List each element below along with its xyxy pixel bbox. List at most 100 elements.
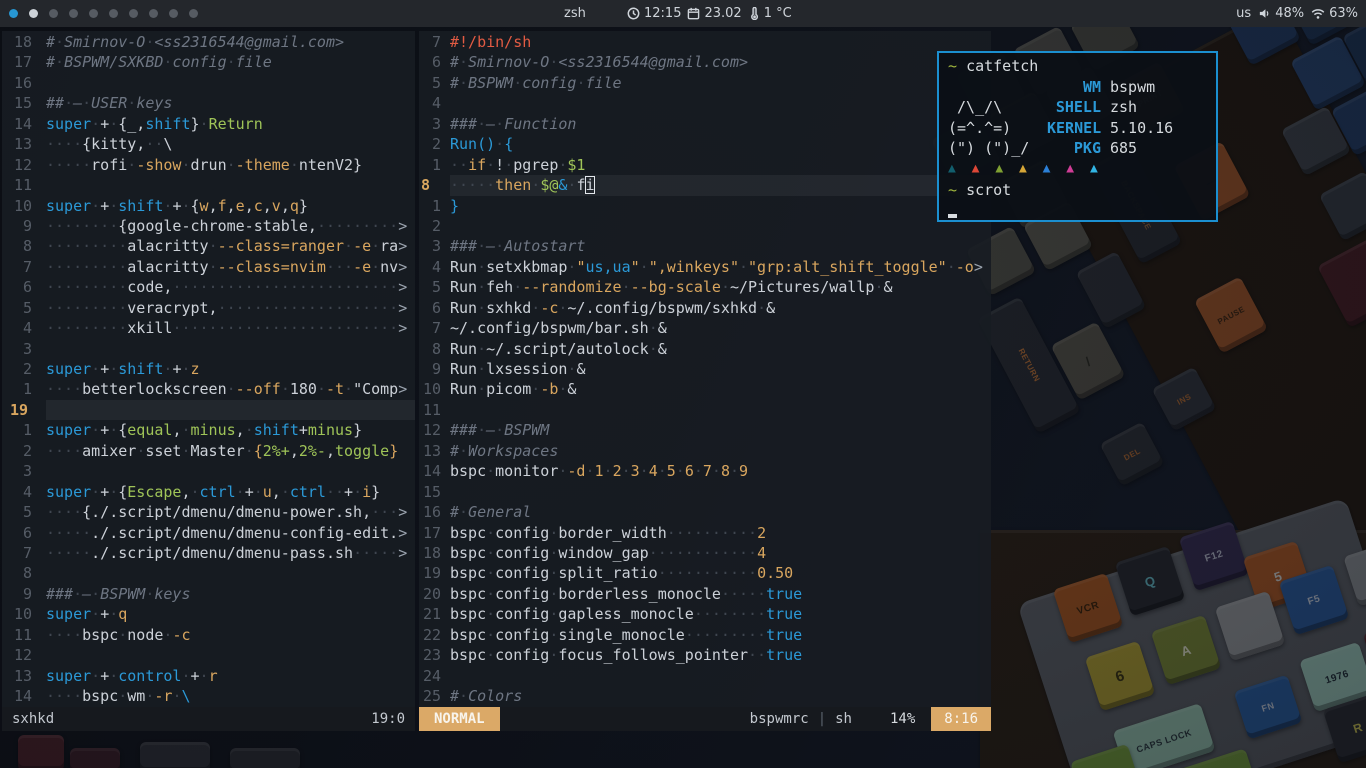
code-text: #!/bin/sh	[450, 32, 991, 52]
code-line: 4·········xkill·························…	[2, 318, 415, 338]
code-text: ····{kitty,··\	[46, 134, 415, 154]
line-number: 4	[419, 93, 441, 113]
code-text: bspc·monitor·-d·1·2·3·4·5·6·7·8·9	[450, 461, 991, 481]
vim-mode-indicator: NORMAL	[419, 707, 500, 731]
code-text: bspc·config·borderless_monocle·····true	[450, 584, 991, 604]
code-text	[46, 461, 415, 481]
calendar-icon	[687, 7, 700, 20]
code-text: ~/.config/bspwm/bar.sh·&	[450, 318, 991, 338]
code-line: 5·········veracrypt,····················…	[2, 298, 415, 318]
statusline-left: sxhkd 19:0	[2, 707, 415, 731]
code-text: ·········code,·························>	[46, 277, 415, 297]
statusline-right: NORMAL bspwmrc | sh 14% 8:16	[419, 707, 991, 731]
statusline-cursor-position: 19:0	[371, 709, 415, 729]
line-number: 4	[419, 257, 441, 277]
line-number: 11	[2, 175, 32, 195]
temperature-text: 1 °C	[764, 6, 792, 21]
line-number: 8	[419, 175, 441, 195]
line-number: 1	[2, 379, 32, 399]
command-text: catfetch	[966, 56, 1038, 77]
line-number: 11	[419, 400, 441, 420]
workspace-dot-2-occupied[interactable]	[29, 9, 38, 18]
code-line: 2	[419, 216, 991, 236]
line-number: 3	[2, 461, 32, 481]
clock-text: 12:15	[644, 6, 681, 21]
code-text	[450, 666, 991, 686]
editor-buffer-sxhkd[interactable]: 18#·Smirnov-O·<ss2316544@gmail.com>17#·B…	[2, 31, 415, 707]
workspace-dot-9-empty[interactable]	[169, 9, 178, 18]
catfetch-row: (") (")_/PKG685	[948, 138, 1216, 159]
line-number: 6	[419, 52, 441, 72]
line-number: 9	[2, 216, 32, 236]
catfetch-row: /\_/\SHELLzsh	[948, 97, 1216, 118]
workspace-dot-1-active[interactable]	[9, 9, 18, 18]
line-number: 9	[2, 584, 32, 604]
code-text: ····betterlockscreen·--off·180·-t·"Comp>	[46, 379, 415, 399]
keyboard-layout-text: us	[1236, 6, 1251, 21]
code-text: ·········veracrypt,····················>	[46, 298, 415, 318]
statusline-scroll-percent: 14%	[890, 709, 915, 729]
code-text	[46, 175, 415, 195]
code-line: 23bspc·config·focus_follows_pointer··tru…	[419, 645, 991, 665]
workspace-dot-6-empty[interactable]	[109, 9, 118, 18]
command-text: scrot	[966, 180, 1011, 201]
code-text: ·····./.script/dmenu/dmenu-pass.sh·····>	[46, 543, 415, 563]
catfetch-value: 5.10.16	[1101, 118, 1173, 139]
workspace-dot-4-empty[interactable]	[69, 9, 78, 18]
code-text: bspc·config·border_width··········2	[450, 523, 991, 543]
code-text: ····amixer·sset·Master·{2%+,2%-,toggle}	[46, 441, 415, 461]
line-number: 5	[419, 277, 441, 297]
code-line: 8	[2, 563, 415, 583]
line-number: 15	[419, 482, 441, 502]
volume-module: 48%	[1258, 6, 1304, 21]
code-text: super·+·{_,shift}·Return	[46, 114, 415, 134]
workspace-dot-10-empty[interactable]	[189, 9, 198, 18]
workspace-dot-7-empty[interactable]	[129, 9, 138, 18]
code-line: 1super·+·{equal,·minus,·shift+minus}	[2, 420, 415, 440]
code-line: 12###·—·BSPWM	[419, 420, 991, 440]
date-module: 23.02	[687, 6, 741, 21]
workspace-dot-3-empty[interactable]	[49, 9, 58, 18]
code-line: 8·········alacritty·--class=ranger·-e·ra…	[2, 236, 415, 256]
line-number: 10	[2, 604, 32, 624]
code-text: bspc·config·focus_follows_pointer··true	[450, 645, 991, 665]
line-number: 3	[419, 236, 441, 256]
code-line: 12·····rofi·-show·drun·-theme·ntenV2}	[2, 155, 415, 175]
line-number: 4	[2, 482, 32, 502]
code-line: 10 super·+·q	[2, 604, 415, 624]
shell-prompt: ~	[948, 180, 966, 201]
code-line: 4	[419, 93, 991, 113]
code-line: 4super·+·{Escape,·ctrl·+·u,·ctrl··+·i}	[2, 482, 415, 502]
code-text: ·········alacritty·--class=ranger·-e·ra>	[46, 236, 415, 256]
code-text: #·Smirnov-O·<ss2316544@gmail.com>	[450, 52, 991, 72]
floating-terminal[interactable]: ~ catfetchWMbspwm /\_/\SHELLzsh(=^.^=)KE…	[937, 51, 1218, 222]
code-line: 19bspc·config·split_ratio···········0.50	[419, 563, 991, 583]
catfetch-value: bspwm	[1101, 77, 1155, 98]
code-text	[46, 73, 415, 93]
statusline-filename: bspwmrc	[750, 709, 809, 729]
code-line: 16#·General	[419, 502, 991, 522]
code-text: bspc·config·gapless_monocle········true	[450, 604, 991, 624]
code-line: 2Run()·{	[419, 134, 991, 154]
catfetch-color-palette: ▲ ▲ ▲ ▲ ▲ ▲ ▲	[948, 159, 1216, 180]
code-line: 3###·—·Function	[419, 114, 991, 134]
line-number: 13	[2, 666, 32, 686]
catfetch-label: PKG	[1047, 138, 1101, 159]
shell-prompt: ~	[948, 56, 966, 77]
code-text	[46, 400, 415, 420]
workspace-dot-5-empty[interactable]	[89, 9, 98, 18]
terminal-cursor-row	[948, 200, 1216, 221]
workspace-dot-8-empty[interactable]	[149, 9, 158, 18]
code-text: Run·sxhkd·-c·~/.config/bspwm/sxhkd·&	[450, 298, 991, 318]
code-text: super·+·q	[46, 604, 415, 624]
editor-window-sxhkd[interactable]: 18#·Smirnov-O·<ss2316544@gmail.com>17#·B…	[2, 31, 415, 731]
terminal-command-scrot: ~ scrot	[948, 180, 1216, 201]
line-number: 3	[419, 114, 441, 134]
catfetch-value: zsh	[1101, 97, 1137, 118]
code-text: bspc·config·split_ratio···········0.50	[450, 563, 991, 583]
editor-buffer-bspwmrc[interactable]: 7#!/bin/sh6#·Smirnov-O·<ss2316544@gmail.…	[419, 31, 991, 707]
code-text: ··if·!·pgrep·$1	[450, 155, 991, 175]
editor-window-bspwmrc[interactable]: 7#!/bin/sh6#·Smirnov-O·<ss2316544@gmail.…	[419, 31, 991, 731]
line-number: 8	[2, 563, 32, 583]
code-text: super·+·{equal,·minus,·shift+minus}	[46, 420, 415, 440]
